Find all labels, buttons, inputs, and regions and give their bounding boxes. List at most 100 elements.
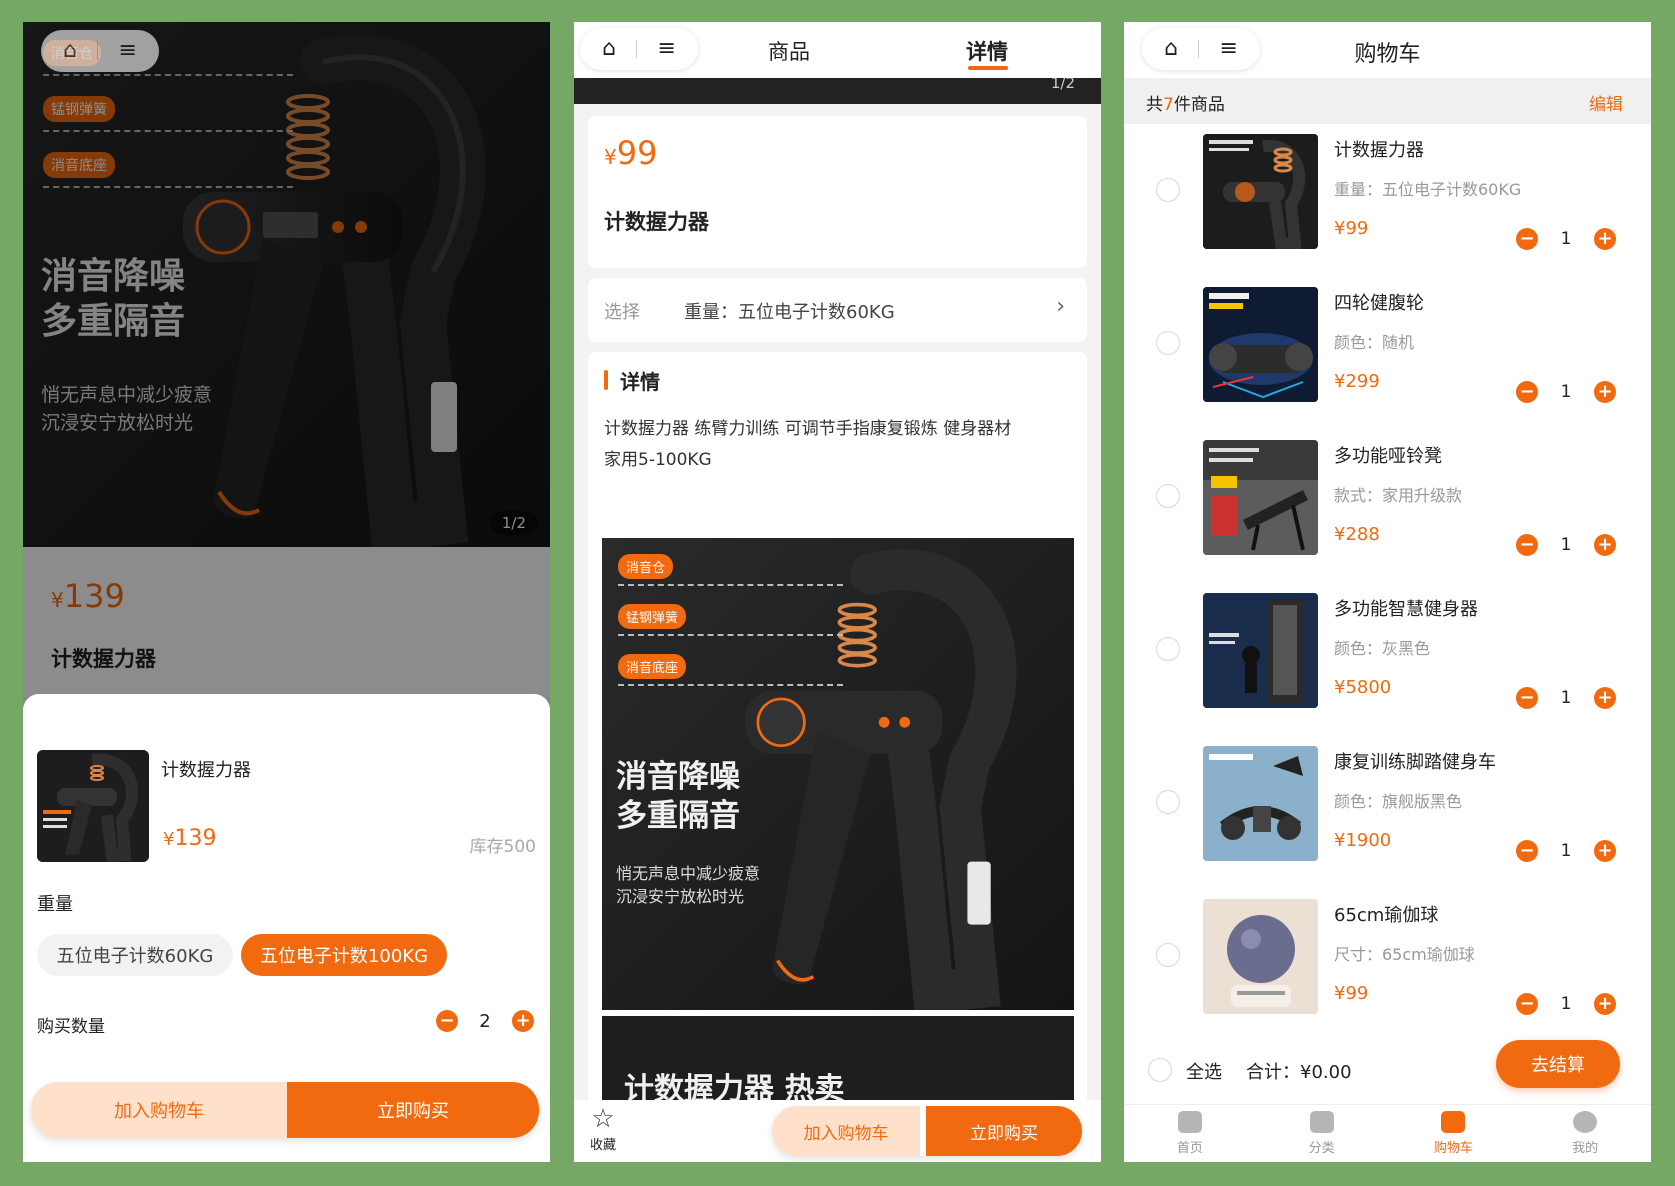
item-thumbnail	[1203, 746, 1318, 861]
detail-heading: 详情	[620, 370, 660, 394]
nav-capsule[interactable]: ⌂ ≡	[41, 30, 159, 72]
menu-icon[interactable]: ≡	[657, 38, 675, 60]
select-all-label[interactable]: 全选	[1186, 1058, 1222, 1084]
option-60kg[interactable]: 五位电子计数60KG	[37, 934, 233, 976]
item-name[interactable]: 计数握力器	[1334, 136, 1424, 162]
screen-product-detail: ⌂ ≡ 商品 详情 1/2 ¥99 计数握力器 选择 重量：五位电子计数60KG …	[574, 22, 1101, 1162]
sku-thumbnail	[37, 750, 149, 862]
minus-icon[interactable]: −	[1516, 381, 1538, 403]
plus-icon[interactable]: +	[1593, 840, 1616, 862]
home-icon[interactable]: ⌂	[63, 40, 77, 62]
plus-icon[interactable]: +	[1593, 381, 1616, 403]
minus-icon[interactable]: −	[1516, 228, 1538, 250]
top-nav: ⌂ ≡ 购物车	[1124, 22, 1651, 78]
checkout-button[interactable]: 去结算	[1496, 1040, 1620, 1088]
plus-icon[interactable]: +	[1593, 687, 1616, 709]
qty-value[interactable]: 1	[1561, 382, 1572, 402]
chevron-right-icon: ›	[1056, 294, 1065, 319]
minus-icon[interactable]: −	[436, 1010, 458, 1032]
item-name[interactable]: 65cm瑜伽球	[1334, 901, 1438, 927]
favorite-button[interactable]: ☆ 收藏	[590, 1106, 616, 1153]
tab-category[interactable]: 分类	[1256, 1105, 1388, 1162]
product-image-strip[interactable]: 1/2	[574, 74, 1101, 104]
item-checkbox[interactable]	[1156, 637, 1180, 661]
cart-item: 多功能哑铃凳 款式：家用升级款 ¥288 − 1 +	[1124, 430, 1651, 582]
tab-product[interactable]: 商品	[768, 36, 810, 66]
tab-detail[interactable]: 详情	[966, 36, 1008, 66]
tab-cart[interactable]: 购物车	[1388, 1105, 1520, 1162]
detail-section: 详情 计数握力器 练臂力训练 可调节手指康复锻炼 健身器材家用5-100KG	[588, 352, 1087, 1112]
qty-stepper: − 1 +	[1516, 993, 1616, 1015]
item-name[interactable]: 多功能哑铃凳	[1334, 442, 1442, 468]
qty-stepper: − 1 +	[1516, 228, 1616, 250]
product-price: ¥99	[604, 134, 658, 172]
item-checkbox[interactable]	[1156, 790, 1180, 814]
action-bar: 加入购物车 立即购买	[772, 1106, 1082, 1156]
add-to-cart-button[interactable]: 加入购物车	[772, 1106, 920, 1156]
item-price: ¥299	[1334, 371, 1380, 392]
home-icon[interactable]: ⌂	[602, 38, 616, 60]
qty-stepper: − 1 +	[1516, 840, 1616, 862]
nav-capsule[interactable]: ⌂ ≡	[1142, 28, 1260, 70]
item-name[interactable]: 康复训练脚踏健身车	[1334, 748, 1496, 774]
cart-icon	[1441, 1111, 1466, 1133]
select-all-checkbox[interactable]	[1148, 1058, 1172, 1082]
menu-icon[interactable]: ≡	[1219, 38, 1237, 60]
add-to-cart-button[interactable]: 加入购物车	[31, 1082, 287, 1138]
plus-icon[interactable]: +	[1593, 228, 1616, 250]
top-nav: ⌂ ≡ 商品 详情	[574, 22, 1101, 78]
plus-icon[interactable]: +	[1593, 993, 1616, 1015]
item-checkbox[interactable]	[1156, 484, 1180, 508]
item-name[interactable]: 多功能智慧健身器	[1334, 595, 1478, 621]
item-checkbox[interactable]	[1156, 178, 1180, 202]
minus-icon[interactable]: −	[1516, 993, 1538, 1015]
spec-selector[interactable]: 选择 重量：五位电子计数60KG ›	[588, 278, 1087, 342]
qty-stepper: − 2 +	[436, 1010, 534, 1032]
item-thumbnail	[1203, 593, 1318, 708]
action-bar: 加入购物车 立即购买	[31, 1082, 539, 1138]
qty-value[interactable]: 1	[1561, 994, 1572, 1014]
screen-sku-sheet: 消音仓 锰钢弹簧 消音底座 消音降噪多重隔音 悄无声息中减少疲意沉浸安宁放松时光…	[23, 22, 550, 1162]
detail-image: 消音仓 锰钢弹簧 消音底座 消音降噪 多重隔音 悄无声息中减少疲意 沉浸安宁放松时光	[602, 538, 1074, 1010]
item-price: ¥1900	[1334, 830, 1392, 851]
buy-now-button[interactable]: 立即购买	[287, 1082, 539, 1138]
minus-icon[interactable]: −	[1516, 687, 1538, 709]
price-card: ¥99 计数握力器	[588, 116, 1087, 268]
qty-value[interactable]: 2	[479, 1011, 490, 1032]
edit-button[interactable]: 编辑	[1589, 90, 1623, 115]
cart-list: 计数握力器 重量：五位电子计数60KG ¥99 − 1 + 四轮健腹轮 颜色：随机 …	[1124, 124, 1651, 1054]
minus-icon[interactable]: −	[1516, 840, 1538, 862]
art-subtitle: 悄无声息中减少疲意 沉浸安宁放松时光	[616, 864, 761, 907]
qty-value[interactable]: 1	[1561, 688, 1572, 708]
menu-icon[interactable]: ≡	[118, 40, 136, 62]
qty-label: 购买数量	[37, 1017, 105, 1037]
item-spec: 颜色：灰黑色	[1334, 639, 1431, 658]
item-thumbnail	[1203, 287, 1318, 402]
qty-value[interactable]: 1	[1561, 535, 1572, 555]
minus-icon[interactable]: −	[1516, 534, 1538, 556]
item-checkbox[interactable]	[1156, 943, 1180, 967]
detail-description: 计数握力器 练臂力训练 可调节手指康复锻炼 健身器材 家用5-100KG	[604, 419, 1012, 470]
select-label: 选择	[604, 302, 640, 323]
plus-icon[interactable]: +	[1593, 534, 1616, 556]
select-value: 重量：五位电子计数60KG	[684, 302, 895, 323]
sku-sheet: 计数握力器 ¥139 库存500 重量 五位电子计数60KG 五位电子计数100…	[23, 694, 550, 1162]
nav-capsule[interactable]: ⌂ ≡	[580, 28, 698, 70]
cart-item: 四轮健腹轮 颜色：随机 ¥299 − 1 +	[1124, 277, 1651, 429]
item-name[interactable]: 四轮健腹轮	[1334, 289, 1424, 315]
active-tab-indicator	[968, 66, 1008, 70]
feature-tag: 消音底座	[618, 654, 687, 679]
bottom-tabbar: 首页 分类 购物车 我的	[1124, 1104, 1651, 1162]
tab-profile[interactable]: 我的	[1519, 1105, 1651, 1162]
item-checkbox[interactable]	[1156, 331, 1180, 355]
buy-now-button[interactable]: 立即购买	[926, 1106, 1082, 1156]
plus-icon[interactable]: +	[511, 1010, 534, 1032]
item-price: ¥99	[1334, 983, 1369, 1004]
home-icon[interactable]: ⌂	[1164, 38, 1178, 60]
qty-value[interactable]: 1	[1561, 229, 1572, 249]
qty-value[interactable]: 1	[1561, 841, 1572, 861]
option-100kg[interactable]: 五位电子计数100KG	[241, 934, 447, 976]
tab-home[interactable]: 首页	[1124, 1105, 1256, 1162]
item-count: 共7件商品	[1146, 95, 1225, 115]
spec-label: 重量	[37, 894, 73, 915]
